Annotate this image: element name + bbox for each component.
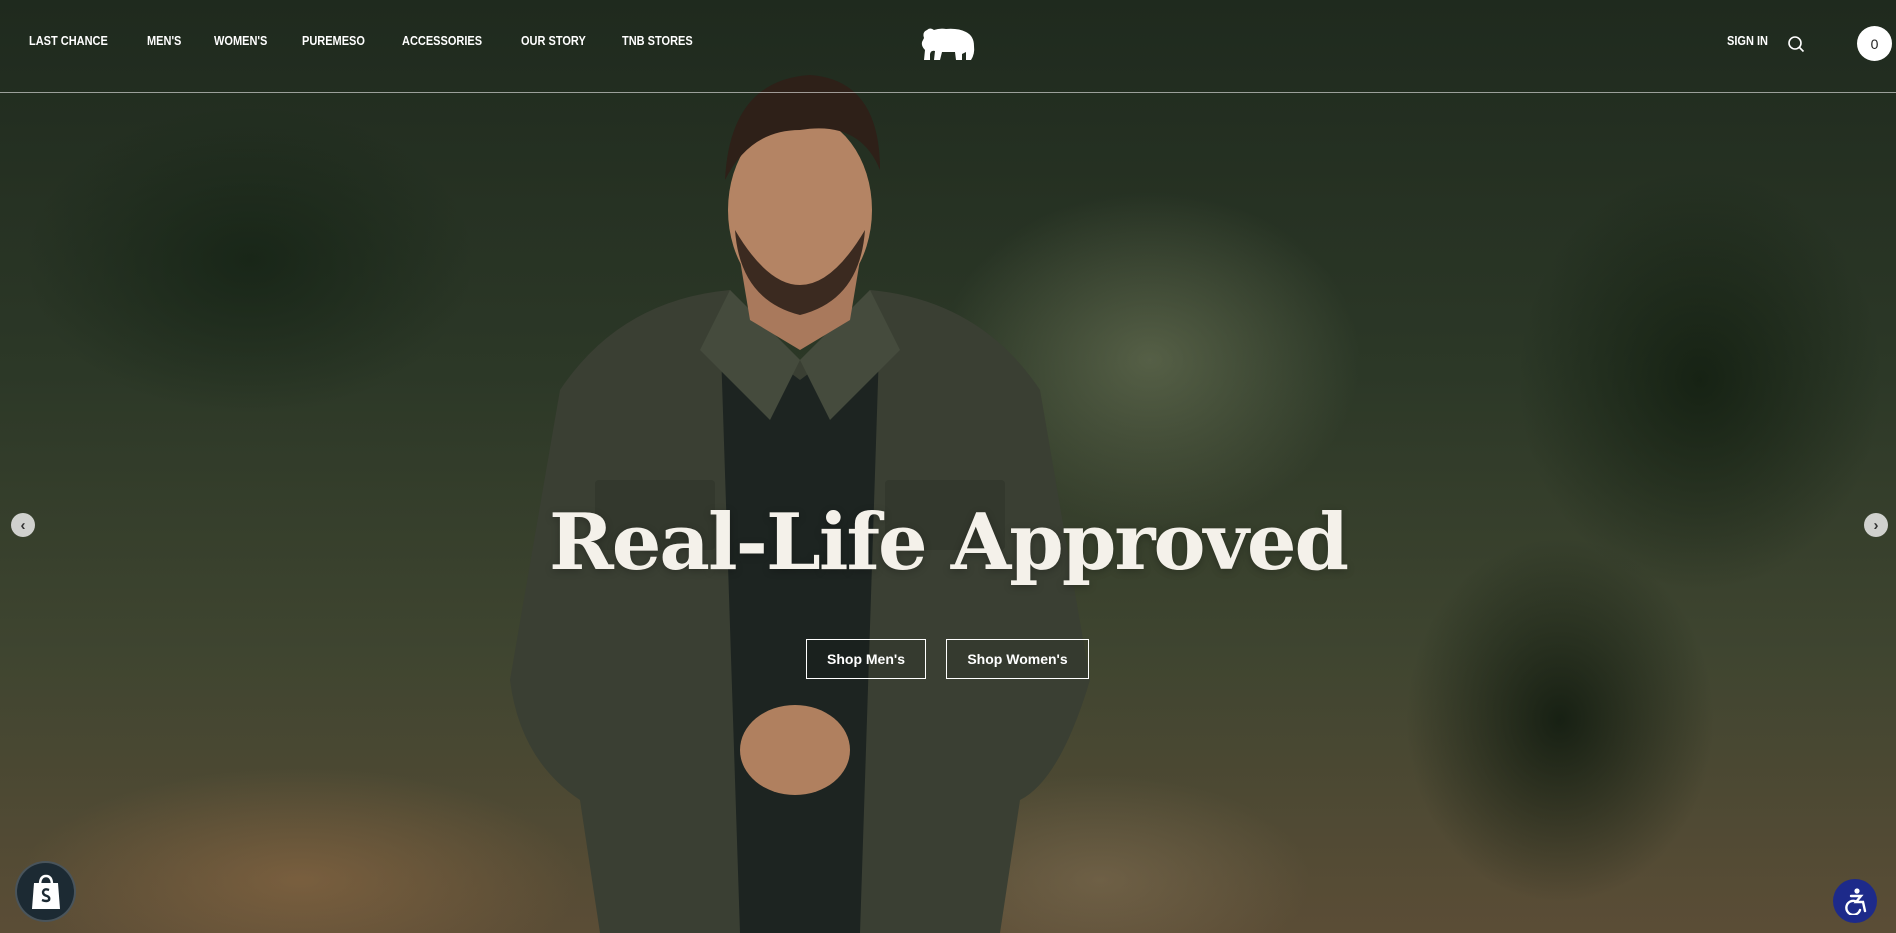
nav-mens[interactable]: MEN'S (147, 34, 181, 48)
nav-puremeso[interactable]: PUREMESO (302, 34, 365, 48)
accessibility-button[interactable] (1833, 879, 1877, 923)
search-icon[interactable] (1787, 35, 1805, 53)
shop-womens-button[interactable]: Shop Women's (946, 639, 1089, 679)
nav-last-chance[interactable]: LAST CHANCE (29, 34, 108, 48)
accessibility-icon (1845, 888, 1867, 915)
site-header: LAST CHANCE MEN'S WOMEN'S PUREMESO ACCES… (0, 0, 1896, 93)
shop-mens-button[interactable]: Shop Men's (806, 639, 926, 679)
bear-logo-icon[interactable] (918, 24, 976, 64)
hero-headline: Real-Life Approved (548, 497, 1349, 588)
hero-banner (0, 0, 1896, 933)
main-nav: LAST CHANCE MEN'S WOMEN'S PUREMESO ACCES… (29, 34, 731, 48)
nav-our-story[interactable]: OUR STORY (521, 34, 586, 48)
nav-accessories[interactable]: ACCESSORIES (402, 34, 482, 48)
shopify-chat-button[interactable] (15, 861, 76, 922)
nav-tnb-stores[interactable]: TNB STORES (622, 34, 693, 48)
sign-in-link[interactable]: SIGN IN (1727, 34, 1768, 48)
cart-button[interactable]: 0 (1857, 26, 1892, 61)
nav-womens[interactable]: WOMEN'S (214, 34, 267, 48)
shopify-bag-icon (31, 874, 60, 909)
cart-count: 0 (1870, 35, 1879, 52)
